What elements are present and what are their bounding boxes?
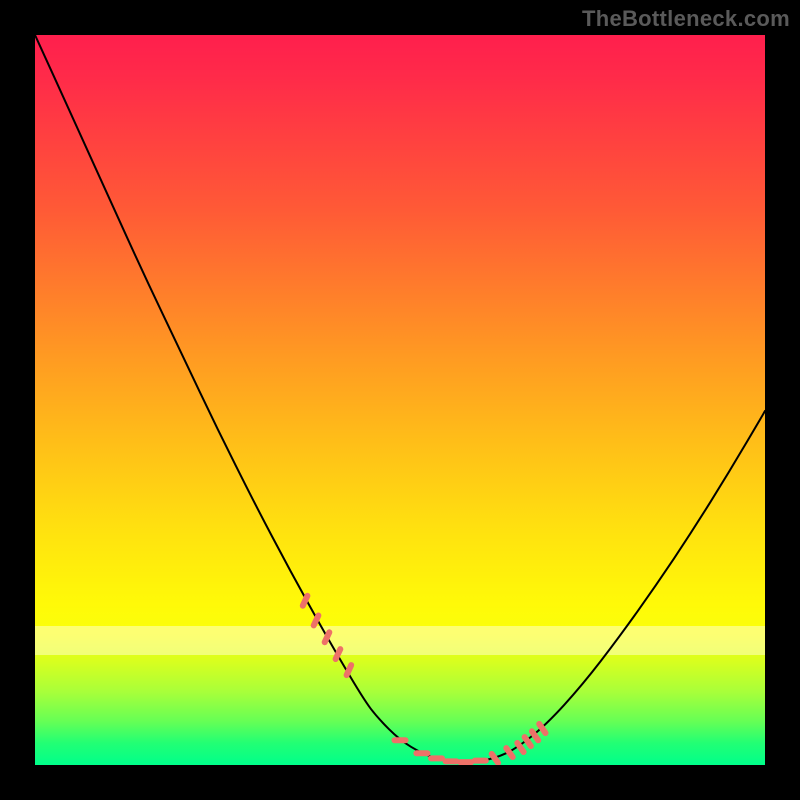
plot-area (35, 35, 765, 765)
highlight-band (35, 626, 765, 655)
watermark-label: TheBottleneck.com (582, 6, 790, 32)
chart-frame: TheBottleneck.com (0, 0, 800, 800)
